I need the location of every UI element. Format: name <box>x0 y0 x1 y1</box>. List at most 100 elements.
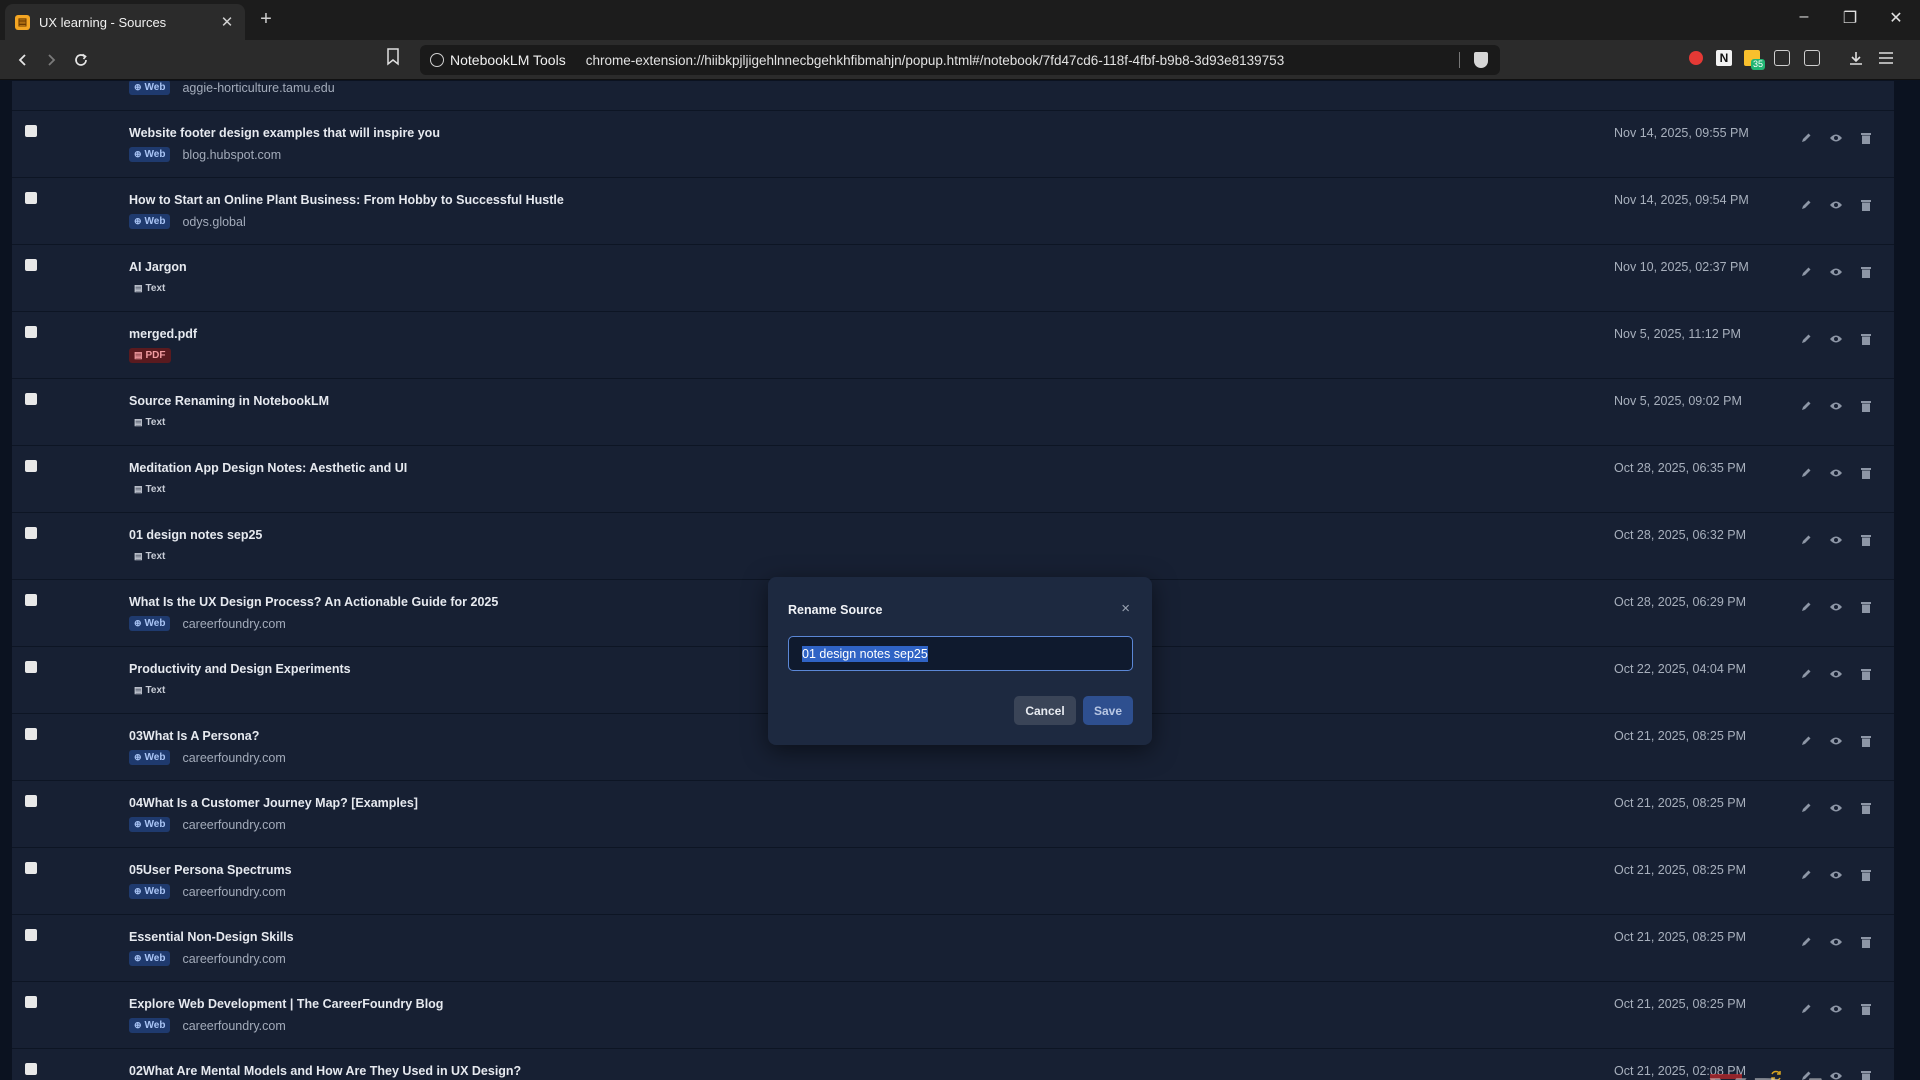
eye-icon[interactable] <box>1828 800 1844 816</box>
source-row[interactable]: AI Jargon ▤ Text Nov 10, 2025, 02:37 PM <box>12 245 1894 312</box>
trash-icon[interactable] <box>1858 800 1874 816</box>
extensions-menu-icon[interactable] <box>1772 48 1792 68</box>
pencil-icon[interactable] <box>1798 1001 1814 1017</box>
eye-icon[interactable] <box>1828 331 1844 347</box>
source-checkbox[interactable] <box>25 460 37 472</box>
eye-icon[interactable] <box>1828 465 1844 481</box>
eye-icon[interactable] <box>1828 666 1844 682</box>
trash-icon[interactable] <box>1858 934 1874 950</box>
source-checkbox[interactable] <box>25 862 37 874</box>
trash-icon[interactable] <box>1858 197 1874 213</box>
source-checkbox[interactable] <box>25 594 37 606</box>
pencil-icon[interactable] <box>1798 599 1814 615</box>
pencil-icon[interactable] <box>1798 800 1814 816</box>
address-bar[interactable]: NotebookLM Tools chrome-extension://hiib… <box>420 45 1500 75</box>
source-row[interactable]: Source Renaming in NotebookLM ▤ Text Nov 5,… <box>12 379 1894 446</box>
back-icon[interactable] <box>10 47 36 73</box>
trash-icon[interactable] <box>1858 398 1874 414</box>
extension-red-icon[interactable] <box>1686 48 1706 68</box>
pencil-icon[interactable] <box>1798 331 1814 347</box>
menu-icon[interactable] <box>1876 48 1896 68</box>
pencil-icon[interactable] <box>1798 532 1814 548</box>
trash-icon[interactable] <box>1858 465 1874 481</box>
source-row[interactable]: 01 design notes sep25 ▤ Text Oct 28, 2025, … <box>12 513 1894 580</box>
source-row[interactable]: Website footer design examples that will… <box>12 111 1894 178</box>
row-actions <box>1798 398 1874 414</box>
source-checkbox[interactable] <box>25 125 37 137</box>
source-title: Essential Non-Design Skills <box>129 930 294 944</box>
cancel-button[interactable]: Cancel <box>1014 696 1076 725</box>
pencil-icon[interactable] <box>1798 197 1814 213</box>
pencil-icon[interactable] <box>1798 264 1814 280</box>
eye-icon[interactable] <box>1828 197 1844 213</box>
pencil-icon[interactable] <box>1798 398 1814 414</box>
source-checkbox[interactable] <box>25 527 37 539</box>
source-row[interactable]: 04What Is a Customer Journey Map? [Examp… <box>12 781 1894 848</box>
pencil-icon[interactable] <box>1798 934 1814 950</box>
source-type-badge: ⊕ Web <box>129 750 171 765</box>
eye-icon[interactable] <box>1828 398 1844 414</box>
extension-chip[interactable]: NotebookLM Tools <box>430 52 566 68</box>
notion-extension-icon[interactable]: N <box>1716 50 1732 66</box>
eye-icon[interactable] <box>1828 264 1844 280</box>
eye-icon[interactable] <box>1828 867 1844 883</box>
source-name-input[interactable]: 01 design notes sep25 <box>788 636 1133 671</box>
eye-icon[interactable] <box>1828 1001 1844 1017</box>
eye-icon[interactable] <box>1828 733 1844 749</box>
source-row[interactable]: Meditation App Design Notes: Aesthetic a… <box>12 446 1894 513</box>
extension-folder-icon[interactable]: 35 <box>1742 48 1766 70</box>
source-checkbox[interactable] <box>25 1063 37 1075</box>
source-checkbox[interactable] <box>25 661 37 673</box>
trash-icon[interactable] <box>1858 1001 1874 1017</box>
source-checkbox[interactable] <box>25 259 37 271</box>
eye-icon[interactable] <box>1828 130 1844 146</box>
pencil-icon[interactable] <box>1798 733 1814 749</box>
trash-icon[interactable] <box>1858 1068 1874 1080</box>
save-button[interactable]: Save <box>1083 696 1133 725</box>
source-checkbox[interactable] <box>25 996 37 1008</box>
brave-shield-icon[interactable] <box>1474 52 1488 68</box>
source-checkbox[interactable] <box>25 393 37 405</box>
trash-icon[interactable] <box>1858 264 1874 280</box>
source-checkbox[interactable] <box>25 929 37 941</box>
eye-icon[interactable] <box>1828 934 1844 950</box>
source-row[interactable]: Explore Web Development | The CareerFoun… <box>12 982 1894 1049</box>
eye-icon[interactable] <box>1828 599 1844 615</box>
eye-icon[interactable] <box>1828 532 1844 548</box>
sidebar-toggle-icon[interactable] <box>1802 48 1822 68</box>
trash-icon[interactable] <box>1858 130 1874 146</box>
browser-tab-active[interactable]: ▤ UX learning - Sources ✕ <box>5 4 245 40</box>
source-row[interactable]: 02What Are Mental Models and How Are The… <box>12 1049 1894 1080</box>
source-title: Source Renaming in NotebookLM <box>129 394 330 408</box>
source-checkbox[interactable] <box>25 728 37 740</box>
forward-icon[interactable] <box>38 47 64 73</box>
tab-close-icon[interactable]: ✕ <box>219 13 235 31</box>
download-icon[interactable] <box>1846 48 1866 68</box>
minimize-button[interactable]: – <box>1794 8 1814 26</box>
close-window-button[interactable]: ✕ <box>1886 8 1906 28</box>
trash-icon[interactable] <box>1858 733 1874 749</box>
trash-icon[interactable] <box>1858 867 1874 883</box>
source-type-icon: ⊕ <box>134 618 142 628</box>
trash-icon[interactable] <box>1858 532 1874 548</box>
reload-icon[interactable] <box>68 47 94 73</box>
browser-tabbar: ▤ UX learning - Sources ✕ + – ❐ ✕ <box>0 0 1920 40</box>
source-checkbox[interactable] <box>25 192 37 204</box>
source-row[interactable]: Essential Non-Design Skills ⊕ Web careerfou… <box>12 915 1894 982</box>
source-row[interactable]: How to Start an Online Plant Business: F… <box>12 178 1894 245</box>
pencil-icon[interactable] <box>1798 666 1814 682</box>
source-checkbox[interactable] <box>25 326 37 338</box>
pencil-icon[interactable] <box>1798 130 1814 146</box>
pencil-icon[interactable] <box>1798 465 1814 481</box>
new-tab-button[interactable]: + <box>256 8 276 31</box>
trash-icon[interactable] <box>1858 331 1874 347</box>
source-row[interactable]: 05User Persona Spectrums ⊕ Web careerfoundr… <box>12 848 1894 915</box>
trash-icon[interactable] <box>1858 599 1874 615</box>
pencil-icon[interactable] <box>1798 867 1814 883</box>
close-icon[interactable]: × <box>1121 600 1130 617</box>
restore-button[interactable]: ❐ <box>1840 8 1860 28</box>
source-checkbox[interactable] <box>25 795 37 807</box>
bookmark-icon[interactable] <box>386 48 408 72</box>
trash-icon[interactable] <box>1858 666 1874 682</box>
source-row[interactable]: merged.pdf ▤ PDF Nov 5, 2025, 11:12 PM <box>12 312 1894 379</box>
